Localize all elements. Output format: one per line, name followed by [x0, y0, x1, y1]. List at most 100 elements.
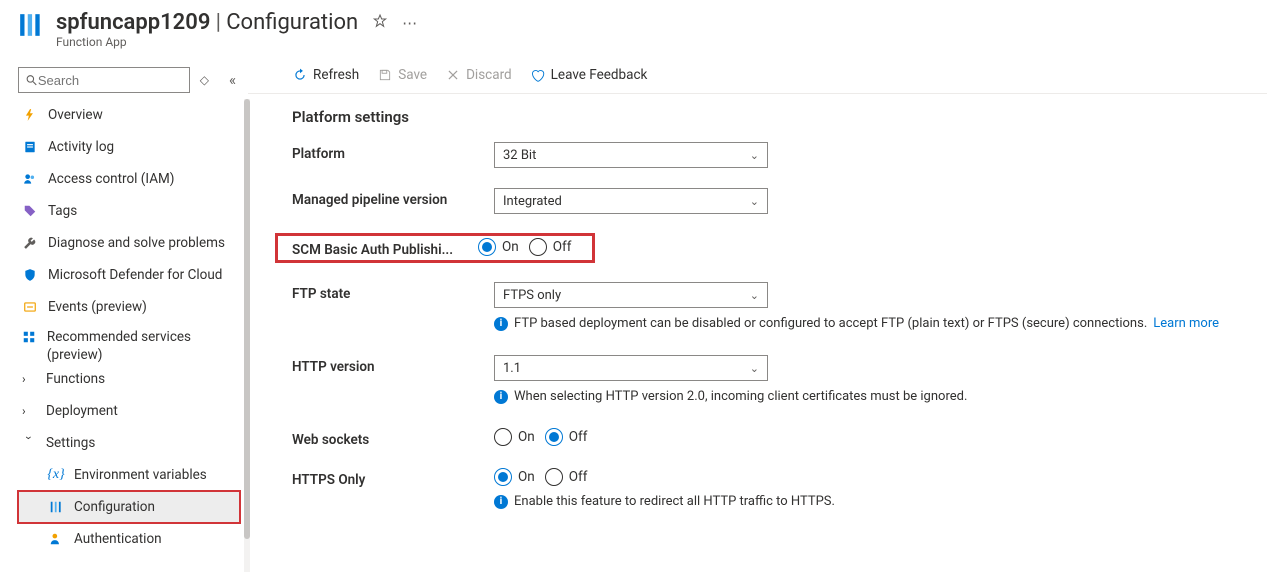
refresh-icon [292, 68, 307, 83]
sidebar-group-deployment[interactable]: › Deployment [18, 395, 240, 427]
platform-value: 32 Bit [503, 148, 536, 163]
sidebar: ◇ « Overview Activity log Access control… [0, 59, 248, 572]
sidebar-item-authentication[interactable]: Authentication [18, 523, 240, 555]
function-app-icon [18, 12, 44, 38]
sliders-icon [48, 499, 64, 515]
pipeline-label: Managed pipeline version [292, 188, 494, 208]
row-http-version: HTTP version 1.1 ⌄ i When selecting HTTP… [292, 355, 1247, 404]
radio-label: Off [569, 469, 588, 485]
command-bar: Refresh Save Discard Leave Feedback [248, 59, 1267, 94]
sidebar-item-activity-log[interactable]: Activity log [18, 131, 240, 163]
https-info-text: Enable this feature to redirect all HTTP… [514, 494, 835, 509]
https-info: i Enable this feature to redirect all HT… [494, 494, 1247, 509]
sidebar-item-label: Overview [48, 107, 103, 123]
ws-radio-off[interactable]: Off [545, 428, 588, 446]
chevron-right-icon: › [22, 372, 36, 386]
pipeline-value: Integrated [503, 194, 562, 209]
discard-button: Discard [445, 67, 512, 83]
section-title: Platform settings [292, 108, 1247, 126]
page-title: spfuncapp1209 | Configuration [56, 10, 358, 35]
favorite-star-button[interactable] [372, 13, 388, 33]
sidebar-nav: Overview Activity log Access control (IA… [18, 99, 240, 555]
resource-type-label: Function App [56, 35, 1249, 49]
scm-radio-group: On Off [478, 238, 594, 256]
http-select[interactable]: 1.1 ⌄ [494, 355, 768, 381]
ftp-label: FTP state [292, 282, 494, 302]
https-label: HTTPS Only [292, 468, 494, 488]
sidebar-item-tags[interactable]: Tags [18, 195, 240, 227]
sidebar-item-label: Events (preview) [48, 299, 147, 315]
sidebar-group-settings[interactable]: › Settings [18, 427, 240, 459]
info-icon: i [494, 317, 508, 331]
sidebar-scrollbar[interactable] [244, 99, 250, 572]
blade-header: spfuncapp1209 | Configuration ⋯ Function… [0, 0, 1267, 59]
more-actions-button[interactable]: ⋯ [402, 14, 417, 32]
events-icon [22, 299, 38, 315]
variable-icon: {x} [48, 467, 64, 483]
scrollbar-thumb[interactable] [244, 99, 250, 539]
ftp-learn-more-link[interactable]: Learn more [1153, 316, 1219, 331]
resource-name: spfuncapp1209 [56, 10, 210, 35]
sidebar-search[interactable] [18, 67, 190, 93]
ftp-select[interactable]: FTPS only ⌄ [494, 282, 768, 308]
radio-dot-icon [545, 468, 563, 486]
sidebar-group-label: Settings [46, 435, 95, 451]
row-platform: Platform 32 Bit ⌄ [292, 142, 1247, 168]
platform-select[interactable]: 32 Bit ⌄ [494, 142, 768, 168]
https-radio-group: On Off [494, 468, 1247, 486]
feedback-label: Leave Feedback [551, 67, 648, 83]
sidebar-item-overview[interactable]: Overview [18, 99, 240, 131]
lightning-icon [22, 107, 38, 123]
sidebar-item-recommended[interactable]: Recommended services (preview) [18, 323, 240, 363]
collapse-sidebar-button[interactable]: « [219, 71, 240, 89]
ftp-value: FTPS only [503, 288, 561, 303]
radio-label: On [502, 239, 519, 255]
sidebar-item-env-vars[interactable]: {x} Environment variables [18, 459, 240, 491]
scm-radio-on[interactable]: On [478, 238, 519, 256]
chevron-down-icon: ⌄ [750, 195, 759, 208]
http-info-text: When selecting HTTP version 2.0, incomin… [514, 389, 967, 404]
radio-dot-icon [529, 238, 547, 256]
chevron-down-icon: ⌄ [750, 362, 759, 375]
scm-label: SCM Basic Auth Publishi... [292, 238, 478, 258]
sidebar-item-configuration[interactable]: Configuration [18, 491, 240, 523]
save-icon [377, 68, 392, 83]
https-radio-off[interactable]: Off [545, 468, 588, 486]
pipeline-select[interactable]: Integrated ⌄ [494, 188, 768, 214]
http-label: HTTP version [292, 355, 494, 375]
sidebar-item-label: Authentication [74, 531, 162, 547]
ftp-info-text: FTP based deployment can be disabled or … [514, 316, 1147, 331]
sidebar-item-diagnose[interactable]: Diagnose and solve problems [18, 227, 240, 259]
save-label: Save [398, 67, 427, 83]
sidebar-item-label: Activity log [48, 139, 114, 155]
sidebar-item-access-control[interactable]: Access control (IAM) [18, 163, 240, 195]
sidebar-item-label: Access control (IAM) [48, 171, 175, 187]
ws-label: Web sockets [292, 428, 494, 448]
radio-label: On [518, 469, 535, 485]
row-scm-basic-auth: SCM Basic Auth Publishi... On Off [276, 234, 594, 262]
log-icon [22, 139, 38, 155]
save-button: Save [377, 67, 427, 83]
scm-radio-off[interactable]: Off [529, 238, 572, 256]
row-ftp-state: FTP state FTPS only ⌄ i FTP based deploy… [292, 282, 1247, 331]
ws-radio-on[interactable]: On [494, 428, 535, 446]
title-separator: | [216, 10, 221, 35]
search-input[interactable] [38, 73, 183, 88]
refresh-label: Refresh [313, 67, 359, 83]
row-web-sockets: Web sockets On Off [292, 428, 1247, 448]
search-expand-toggle[interactable]: ◇ [196, 73, 213, 87]
sidebar-item-defender[interactable]: Microsoft Defender for Cloud [18, 259, 240, 291]
refresh-button[interactable]: Refresh [292, 67, 359, 83]
ftp-info: i FTP based deployment can be disabled o… [494, 316, 1247, 331]
sidebar-group-label: Deployment [46, 403, 118, 419]
https-radio-on[interactable]: On [494, 468, 535, 486]
blade-name: Configuration [226, 10, 358, 35]
shield-icon [22, 267, 38, 283]
ellipsis-icon: ⋯ [402, 14, 417, 32]
sidebar-group-functions[interactable]: › Functions [18, 363, 240, 395]
sidebar-item-events[interactable]: Events (preview) [18, 291, 240, 323]
main-content: Refresh Save Discard Leave Feedback Plat… [248, 59, 1267, 572]
feedback-button[interactable]: Leave Feedback [530, 67, 648, 83]
info-icon: i [494, 495, 508, 509]
radio-label: Off [553, 239, 572, 255]
